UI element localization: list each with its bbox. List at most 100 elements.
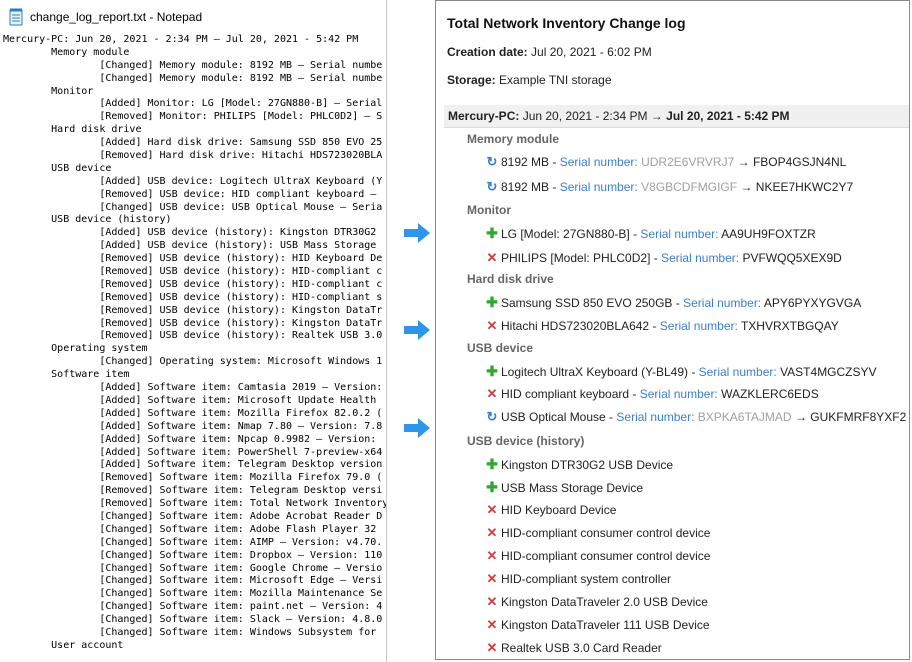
notepad-line: [Changed] Memory module: 8192 MB — Seria… [3,72,383,84]
notepad-line: [Removed] Monitor: PHILIPS [Model: PHLC0… [3,111,383,123]
old-serial-value: UDR2E6VRVRJ7 [641,155,735,169]
serial-number-label: Serial number: [698,365,777,379]
notepad-line: [Removed] Hard disk drive: Hitachi HDS72… [3,150,383,162]
notepad-line: [Changed] Software item: Windows Subsyst… [3,626,383,638]
cross-icon: ✕ [486,548,498,563]
cross-icon: ✕ [486,617,498,632]
notepad-line: Operating system [3,343,148,355]
notepad-titlebar[interactable]: change_log_report.txt - Notepad [0,0,386,34]
host-name: Mercury-PC: [448,109,520,123]
serial-number-value: TXHVRXTBGQAY [740,319,839,333]
notepad-line: [Changed] Software item: Mozilla Mainten… [3,588,383,600]
notepad-line: [Removed] USB device (history): HID-comp… [3,291,383,303]
serial-number-label: Serial number: [559,179,638,194]
notepad-line: Hard disk drive [3,124,142,136]
cross-icon: ✕ [486,525,498,540]
notepad-icon [9,8,23,26]
item-name: USB Mass Storage Device [501,481,644,495]
right-arrow-icon [404,418,430,438]
notepad-line: [Changed] Memory module: 8192 MB — Seria… [3,59,383,71]
notepad-line: [Removed] USB device (history): Realtek … [3,330,383,342]
category-heading: Hard disk drive [467,272,554,286]
item-name: 8192 MB - [501,155,557,169]
notepad-line: [Added] USB device (history): Kingston D… [3,227,383,239]
change-item: ↻ 8192 MB - Serial number: UDR2E6VRVRJ7 →… [486,154,847,170]
plus-icon: ✚ [486,294,498,310]
item-name: Samsung SSD 850 EVO 250GB - [501,296,680,310]
notepad-text-area[interactable]: Mercury-PC: Jun 20, 2021 - 2:34 PM — Jul… [3,34,386,662]
notepad-line: [Added] Software item: Camtasia 2019 — V… [3,382,383,394]
plus-icon: ✚ [486,456,498,472]
storage: Storage: Example TNI storage [447,73,612,87]
change-item: ✕ Realtek USB 3.0 Card Reader [486,640,662,656]
refresh-icon: ↻ [486,154,498,169]
category-heading: Memory module [467,132,560,146]
notepad-line: [Added] Software item: PowerShell 7-prev… [3,446,383,458]
change-item: ✕ HID-compliant consumer control device [486,548,711,564]
notepad-line: Monitor [3,85,94,97]
change-item: ✚ LG [Model: 27GN880-B] - Serial number: … [486,225,816,241]
period-end: Jul 20, 2021 - 5:42 PM [666,109,790,123]
notepad-line: User account [3,639,124,651]
item-name: HID-compliant consumer control device [501,526,711,540]
change-item: ✚ Samsung SSD 850 EVO 250GB - Serial numb… [486,294,861,310]
notepad-line: [Changed] Operating system: Microsoft Wi… [3,356,383,368]
notepad-line: [Added] Hard disk drive: Samsung SSD 850… [3,137,383,149]
serial-number-value: FBOP4GSJN4NL [752,155,847,169]
cross-icon: ✕ [486,640,498,655]
serial-number-label: Serial number: [640,227,719,241]
notepad-line: Software item [3,369,130,381]
item-name: Kingston DataTraveler 2.0 USB Device [501,595,708,609]
cross-icon: ✕ [486,386,498,401]
notepad-line: [Changed] USB device: USB Optical Mouse … [3,201,383,213]
change-item: ✕ PHILIPS [Model: PHLC0D2] - Serial numbe… [486,250,842,266]
change-item: ↻ 8192 MB - Serial number: V8GBCDFMGIGF →… [486,179,854,195]
creation-date-label: Creation date: [447,45,528,59]
notepad-line: [Removed] USB device (history): HID-comp… [3,278,383,290]
change-item: ✕ HID-compliant consumer control device [486,525,711,541]
category-heading: Monitor [467,203,511,217]
serial-number-value: GUKFMRF8YXF2 [810,410,907,424]
notepad-line: [Added] USB device: Logitech UltraX Keyb… [3,175,383,187]
notepad-window: change_log_report.txt - Notepad Mercury-… [0,0,387,662]
category-heading: USB device [467,341,534,355]
change-item: ✕ Kingston DataTraveler 2.0 USB Device [486,594,708,610]
notepad-line: USB device (history) [3,214,172,226]
notepad-line: [Added] Software item: Npcap 0.9982 — Ve… [3,433,383,445]
cross-icon: ✕ [486,594,498,609]
item-name: HID compliant keyboard - [501,387,637,401]
right-arrow-icon [404,320,430,340]
cross-icon: ✕ [486,249,498,265]
plus-icon: ✚ [486,363,498,379]
plus-icon: ✚ [486,225,498,241]
change-item: ✕ Kingston DataTraveler 111 USB Device [486,617,710,633]
change-arrow: → [740,179,753,194]
serial-number-value: NKEE7HKWC2Y7 [755,179,854,194]
notepad-line: Memory module [3,46,130,58]
item-name: HID-compliant system controller [501,572,672,586]
change-item: ✚ Logitech UltraX Keyboard (Y-BL49) - Ser… [486,363,876,379]
right-arrow-icon [404,223,430,243]
cross-icon: ✕ [486,502,498,517]
cross-icon: ✕ [486,318,498,333]
notepad-line: Mercury-PC: Jun 20, 2021 - 2:34 PM — Jul… [3,34,359,45]
change-item: ↻ USB Optical Mouse - Serial number: BXPK… [486,409,907,425]
notepad-line: [Changed] Software item: AIMP — Version:… [3,536,383,548]
serial-number-value: APY6PYXYGVGA [763,296,862,310]
refresh-icon: ↻ [486,409,498,424]
notepad-line: [Removed] Software item: Telegram Deskto… [3,485,383,497]
category-heading: USB device (history) [467,434,585,448]
cross-icon: ✕ [486,571,498,586]
notepad-line: [Removed] USB device (history): Kingston… [3,317,383,329]
notepad-line: [Removed] USB device (history): Kingston… [3,304,383,316]
old-serial-value: BXPKA6TAJMAD [697,410,792,424]
serial-number-value: PVFWQQ5XEX9D [742,250,842,265]
report-title: Total Network Inventory Change log [447,15,686,31]
item-name: 8192 MB - [501,179,557,194]
notepad-line: [Removed] USB device: HID compliant keyb… [3,188,383,200]
notepad-title: change_log_report.txt - Notepad [30,10,203,24]
serial-number-label: Serial number: [659,319,738,333]
creation-date-value: Jul 20, 2021 - 6:02 PM [531,45,652,59]
item-name: Logitech UltraX Keyboard (Y-BL49) - [501,365,696,379]
host-section-header[interactable]: Mercury-PC: Jun 20, 2021 - 2:34 PM → Jul… [444,105,909,128]
